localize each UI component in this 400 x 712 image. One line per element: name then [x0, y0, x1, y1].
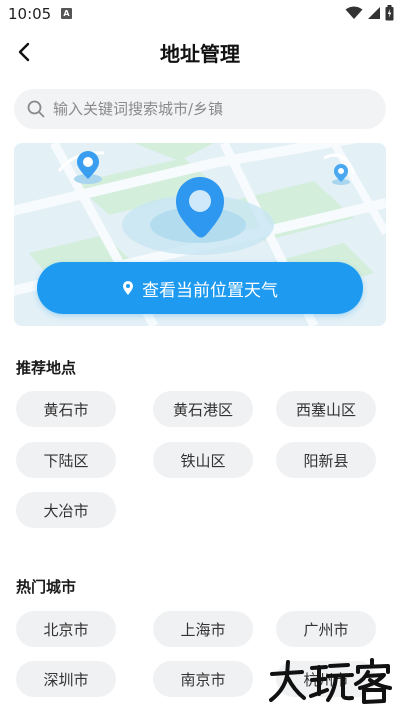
- hot-city-chip[interactable]: 深圳市: [16, 661, 116, 697]
- locate-weather-button[interactable]: 查看当前位置天气: [37, 262, 363, 314]
- search-icon: [27, 100, 45, 118]
- recommended-chip[interactable]: 阳新县: [276, 442, 376, 478]
- page-title: 地址管理: [160, 42, 240, 66]
- hot-cities-section-title: 热门城市: [16, 578, 77, 596]
- recommended-section-title: 推荐地点: [16, 359, 77, 377]
- recommended-chip[interactable]: 黄石市: [16, 391, 116, 427]
- nav-bar: 地址管理: [0, 28, 400, 76]
- wifi-icon: [345, 6, 363, 19]
- status-time: 10:05: [8, 5, 52, 23]
- hot-city-chip[interactable]: 南京市: [153, 661, 253, 697]
- hot-city-chip[interactable]: 北京市: [16, 611, 116, 647]
- location-pin-icon: [123, 281, 133, 295]
- battery-icon: [385, 5, 394, 21]
- search-bar[interactable]: [14, 89, 386, 129]
- recommended-chip[interactable]: 西塞山区: [276, 391, 376, 427]
- recommended-chip[interactable]: 大冶市: [16, 492, 116, 528]
- notification-icon: A: [61, 8, 72, 19]
- recommended-chip[interactable]: 铁山区: [153, 442, 253, 478]
- search-input[interactable]: [53, 100, 353, 118]
- recommended-chip[interactable]: 黄石港区: [153, 391, 253, 427]
- locate-weather-label: 查看当前位置天气: [142, 280, 278, 301]
- hot-city-chip[interactable]: 上海市: [153, 611, 253, 647]
- status-icons: [345, 5, 394, 21]
- map-card: 查看当前位置天气: [14, 143, 386, 326]
- status-bar: 10:05 A: [0, 0, 400, 28]
- signal-icon: [368, 7, 380, 19]
- hot-city-chip[interactable]: 广州市: [276, 611, 376, 647]
- watermark-logo: [269, 658, 392, 704]
- recommended-chip[interactable]: 下陆区: [16, 442, 116, 478]
